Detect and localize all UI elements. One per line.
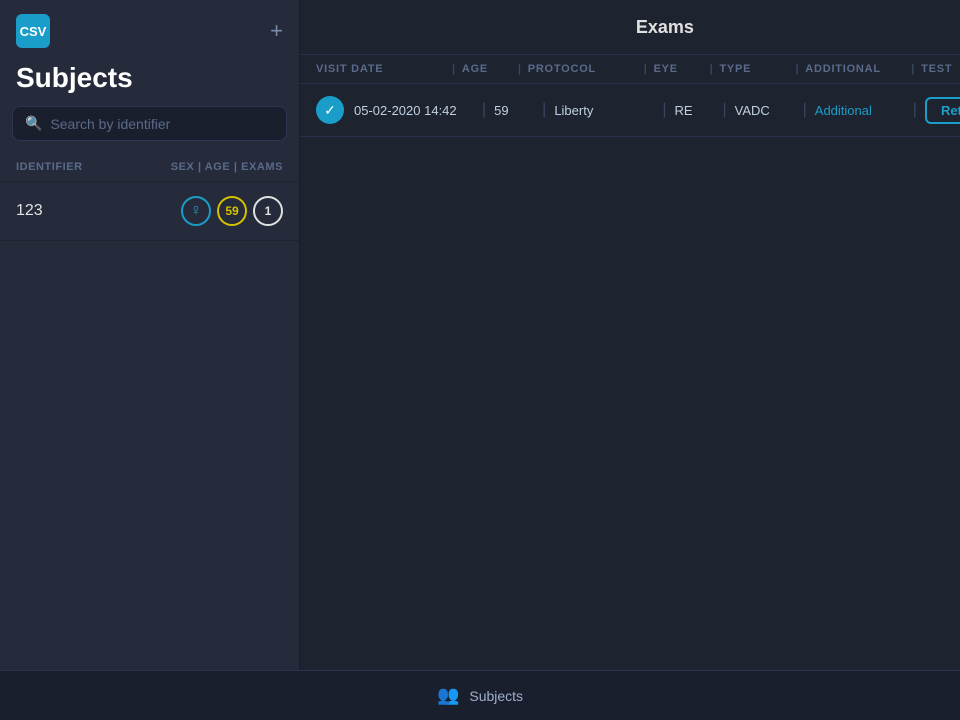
exams-header: Exams + <box>300 0 960 55</box>
age-badge: 59 <box>217 196 247 226</box>
app-logo: CSV <box>16 14 50 48</box>
col-age: AGE <box>462 63 512 75</box>
sidebar-header: CSV + <box>0 0 299 58</box>
col-additional: ADDITIONAL <box>805 63 905 75</box>
retest-button[interactable]: Retest <box>925 97 960 124</box>
col-test: TEST <box>921 63 960 75</box>
col-eye: EYE <box>654 63 704 75</box>
exam-check-icon: ✓ <box>316 96 344 124</box>
subjects-nav-icon: 👥 <box>437 685 459 706</box>
sidebar-title: Subjects <box>0 58 299 106</box>
exam-age: 59 <box>494 103 534 118</box>
subject-id: 123 <box>16 202 43 220</box>
bottom-nav: 👥 Subjects <box>0 670 960 720</box>
subject-badges: ♀ 59 1 <box>181 196 283 226</box>
col-visit-date: VISIT DATE <box>316 63 446 75</box>
exam-date: 05-02-2020 14:42 <box>354 103 474 118</box>
exam-row[interactable]: ✓ 05-02-2020 14:42 | 59 | Liberty | RE |… <box>300 84 960 137</box>
search-box: 🔍 <box>12 106 287 141</box>
subject-list-header: IDENTIFIER SEX | AGE | EXAMS <box>0 153 299 182</box>
search-icon: 🔍 <box>25 115 42 132</box>
sidebar: CSV + Subjects 🔍 IDENTIFIER SEX | AGE | … <box>0 0 300 670</box>
exam-protocol: Liberty <box>554 103 654 118</box>
col-type: TYPE <box>719 63 789 75</box>
subjects-nav-label[interactable]: Subjects <box>469 688 523 704</box>
sex-badge: ♀ <box>181 196 211 226</box>
exams-title: Exams <box>350 17 960 38</box>
col-protocol: PROTOCOL <box>528 63 638 75</box>
exam-type: VADC <box>735 103 795 118</box>
exams-badge: 1 <box>253 196 283 226</box>
exam-additional[interactable]: Additional <box>815 103 905 118</box>
subject-row[interactable]: 123 ♀ 59 1 <box>0 182 299 241</box>
main-content: Exams + VISIT DATE | AGE | PROTOCOL | EY… <box>300 0 960 670</box>
exam-eye: RE <box>674 103 714 118</box>
exams-column-headers: VISIT DATE | AGE | PROTOCOL | EYE | TYPE… <box>300 55 960 84</box>
add-subject-button[interactable]: + <box>270 20 283 42</box>
search-input[interactable] <box>50 116 274 132</box>
